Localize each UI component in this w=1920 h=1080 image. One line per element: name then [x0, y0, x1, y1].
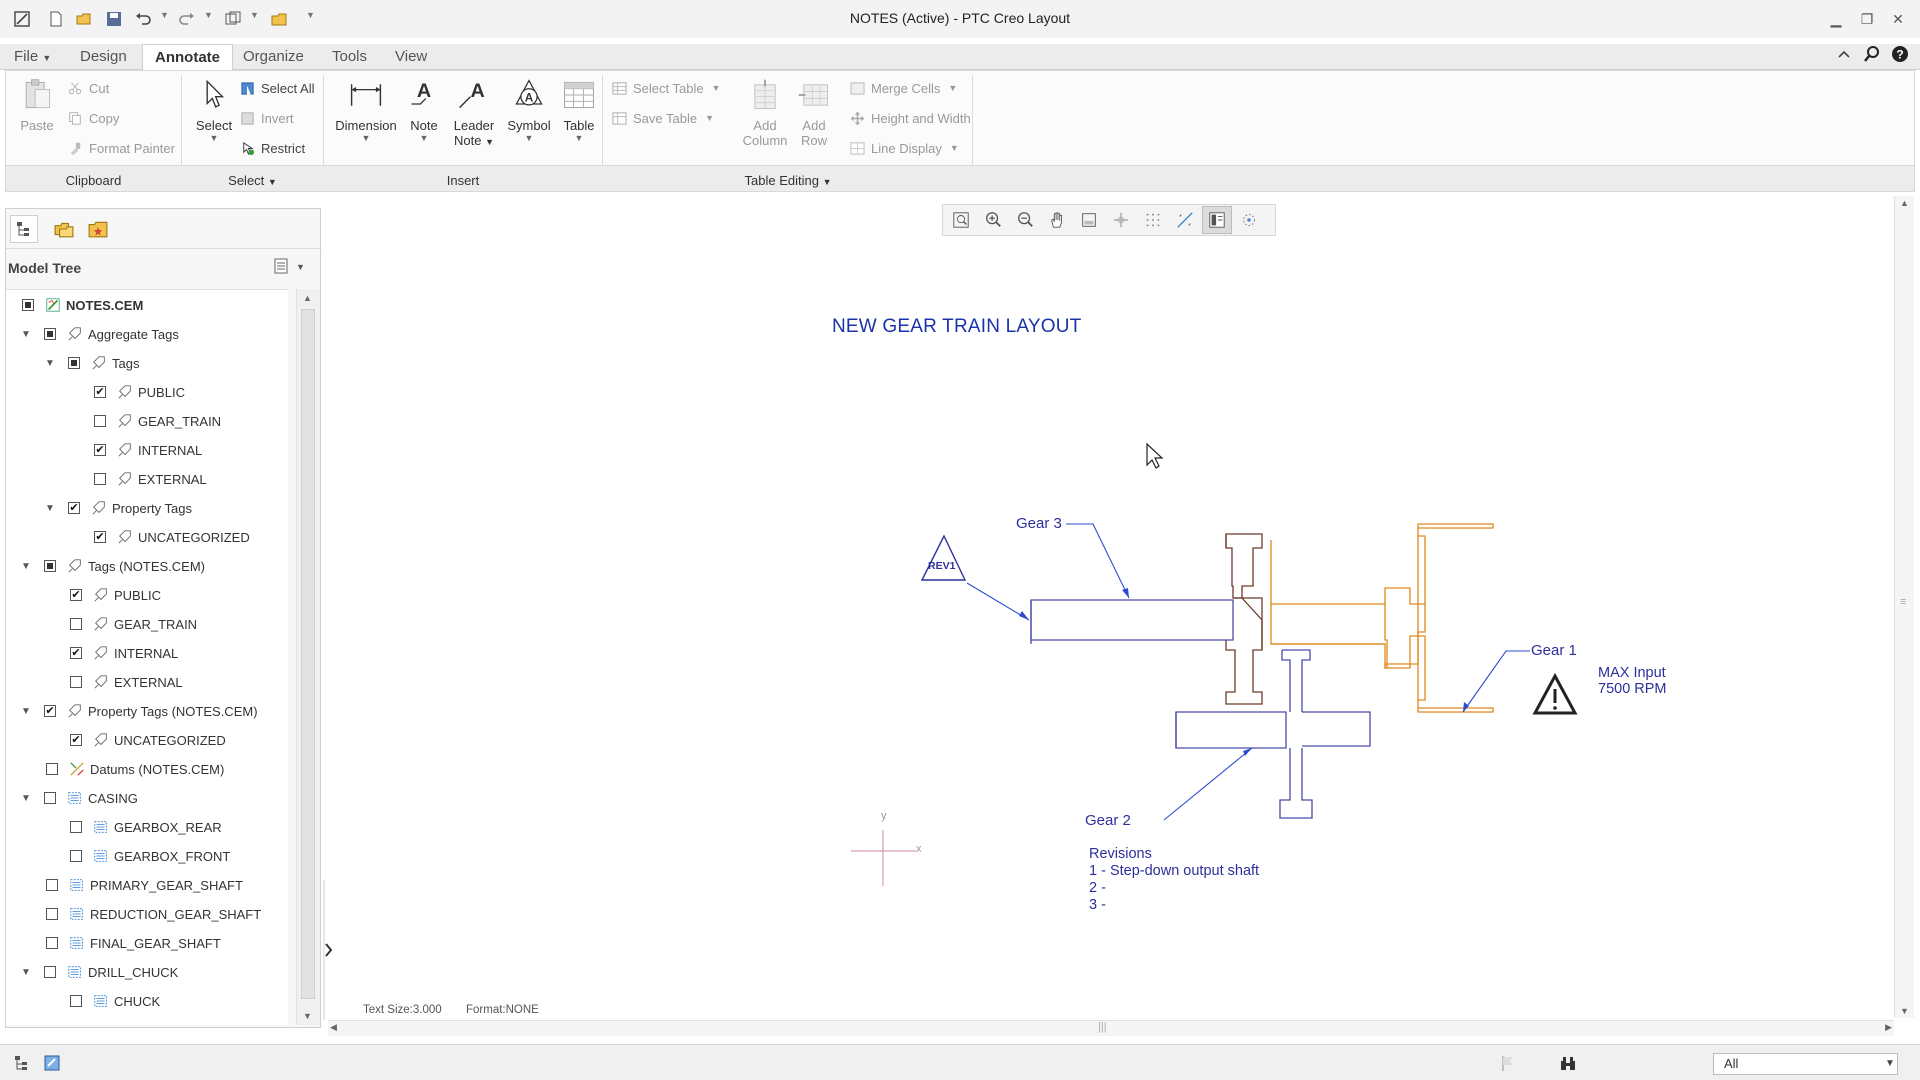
- leader-lines: [966, 523, 1530, 821]
- max-input-line-1: MAX Input: [1598, 665, 1666, 681]
- max-input-line-2: 7500 RPM: [1598, 681, 1667, 697]
- revisions-title: Revisions: [1089, 846, 1152, 862]
- scroll-up-icon[interactable]: ▲: [1900, 198, 1909, 208]
- status-bar: All ▼: [0, 1044, 1920, 1080]
- scroll-right-icon[interactable]: ▶: [1885, 1022, 1892, 1033]
- browser-icon[interactable]: [40, 1051, 64, 1075]
- creo-window: ▼ ▼ ▼ ▼ NOTES (Active) - PTC Creo Layout…: [0, 0, 1920, 1080]
- gear2-leader: [1163, 747, 1253, 821]
- gear2-label[interactable]: Gear 2: [1085, 812, 1131, 829]
- canvas-vertical-scrollbar[interactable]: ▲ ≡ ▼: [1894, 196, 1914, 1018]
- max-input-note[interactable]: MAX Input 7500 RPM: [1598, 665, 1667, 697]
- format-readout: Format:NONE: [466, 1004, 539, 1016]
- revisions-note[interactable]: Revisions 1 - Step-down output shaft 2 -…: [1089, 846, 1259, 914]
- scroll-grip-icon[interactable]: |||: [1098, 1021, 1107, 1033]
- canvas-horizontal-scrollbar[interactable]: ◀ ||| ▶: [328, 1020, 1894, 1036]
- scroll-left-icon[interactable]: ◀: [330, 1022, 337, 1033]
- axis-x-label: x: [916, 843, 922, 855]
- coordinate-system-icon: [851, 830, 916, 886]
- leader-arrowheads: [1019, 588, 1469, 756]
- gear1-outline[interactable]: [1270, 523, 1494, 713]
- gear3-label[interactable]: Gear 3: [1016, 515, 1062, 532]
- rev1-leader: [966, 582, 1030, 621]
- gear1-leader: [1462, 650, 1530, 713]
- revision-line: 3 -: [1089, 897, 1106, 913]
- selection-filter-select[interactable]: All: [1713, 1053, 1898, 1075]
- flag-icon[interactable]: [1496, 1051, 1520, 1075]
- gear3-leader: [1066, 523, 1130, 599]
- gear-train-drawing: [851, 442, 1578, 886]
- scroll-down-icon[interactable]: ▼: [1900, 1006, 1909, 1016]
- scroll-grip-icon[interactable]: ≡: [1900, 596, 1906, 608]
- gear2-outline[interactable]: [1175, 649, 1371, 819]
- mouse-cursor-icon: [1146, 442, 1164, 469]
- gear3-outline[interactable]: [1225, 533, 1263, 705]
- rev1-triangle[interactable]: [920, 534, 967, 581]
- text-size-readout: Text Size:3.000: [363, 1004, 442, 1016]
- warning-icon[interactable]: [1532, 672, 1578, 715]
- revision-line: 2 -: [1089, 880, 1106, 896]
- find-icon[interactable]: [1556, 1051, 1580, 1075]
- input-shaft-outline[interactable]: [1030, 599, 1234, 644]
- gear1-label[interactable]: Gear 1: [1531, 642, 1577, 659]
- revision-line: 1 - Step-down output shaft: [1089, 863, 1260, 879]
- show-navigator-icon[interactable]: [10, 1051, 34, 1075]
- axis-y-label: y: [881, 810, 887, 822]
- rev1-tag-label: REV1: [928, 560, 956, 572]
- chevron-down-icon[interactable]: ▼: [1882, 1053, 1898, 1075]
